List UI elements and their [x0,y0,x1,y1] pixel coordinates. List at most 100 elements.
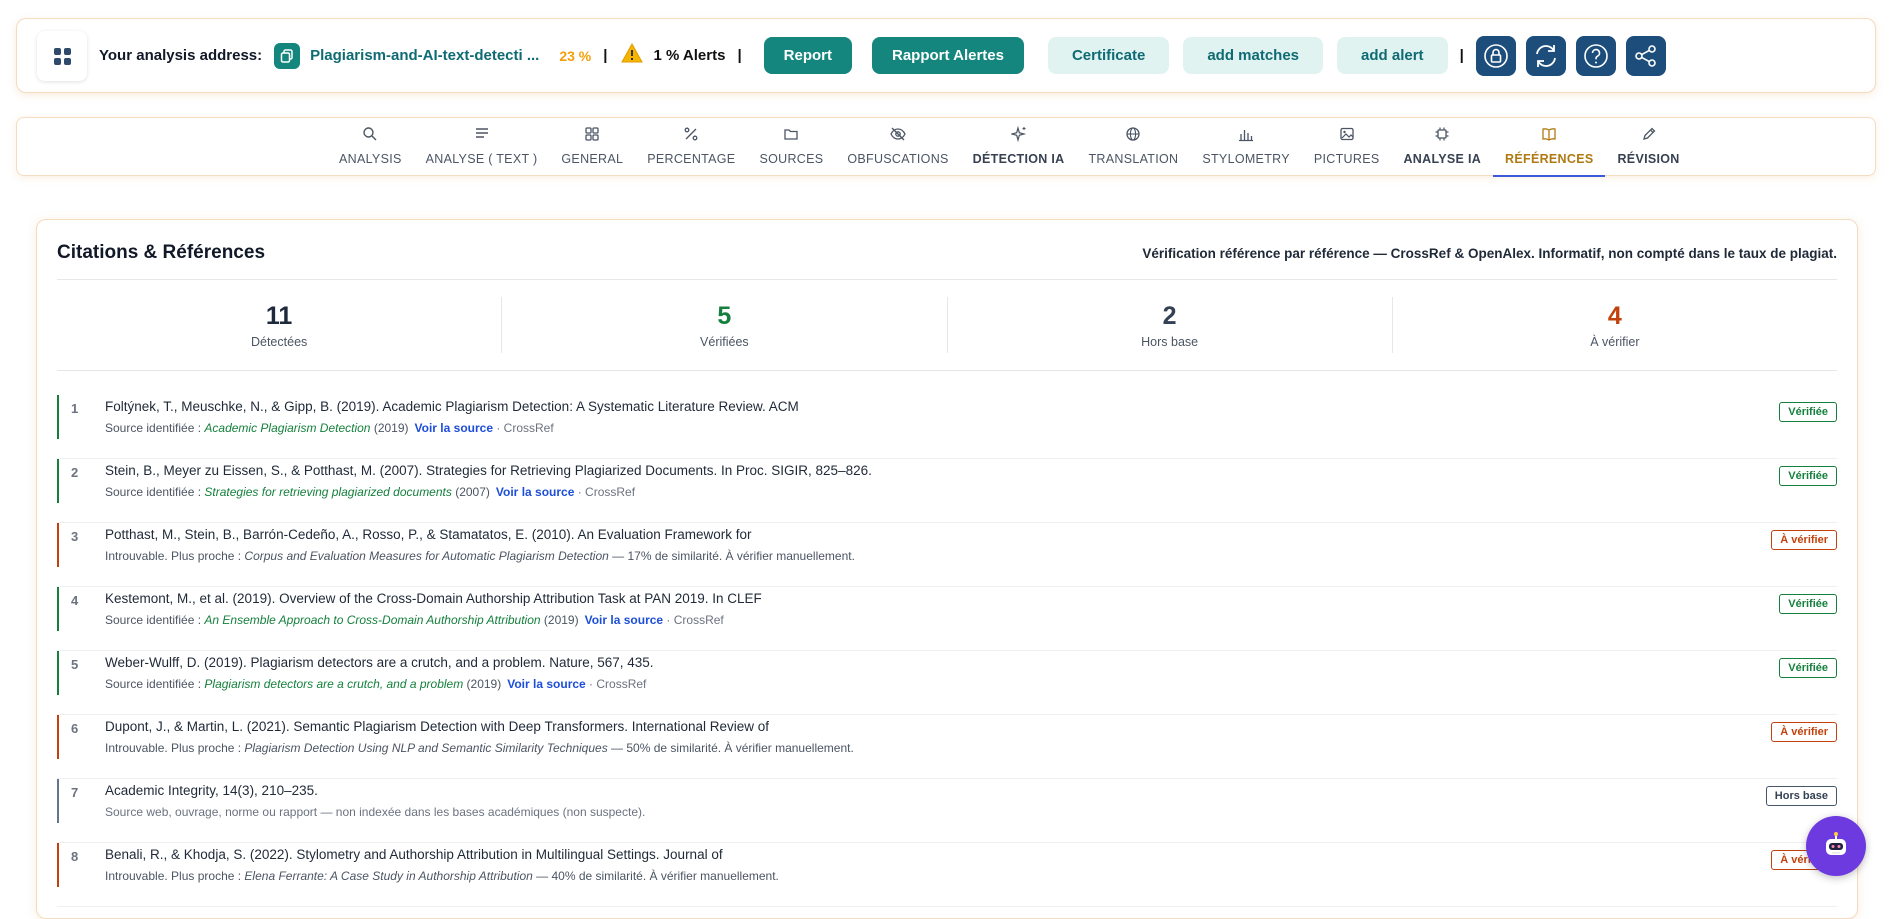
bar-chart-icon [1238,124,1254,144]
tab-label: PICTURES [1313,152,1380,166]
tab-eye-off[interactable]: OBFUSCATIONS [835,118,960,176]
separator: | [1459,47,1464,64]
status-bar [57,715,59,759]
similarity-note: — 17% de similarité. À vérifier manuelle… [608,549,855,563]
refresh-button[interactable] [1525,35,1566,76]
tab-label: GENERAL [561,152,624,166]
assistant-bot-button[interactable] [1806,816,1866,876]
view-source-link[interactable]: Voir la source [496,485,574,499]
tab-label: OBFUSCATIONS [847,152,949,166]
tab-chip[interactable]: ANALYSE IA [1391,118,1493,176]
tab-label: ANALYSE ( TEXT ) [425,152,538,166]
status-bar [57,651,59,695]
reference-number: 6 [71,721,79,736]
reference-number: 5 [71,657,79,672]
text-lines-icon [474,124,490,144]
reference-row: 7 Academic Integrity, 14(3), 210–235. Sour… [57,779,1837,843]
view-source-link[interactable]: Voir la source [507,677,585,691]
tab-label: RÉFÉRENCES [1505,152,1594,166]
matched-year: (2019) [370,421,409,435]
tab-percent[interactable]: PERCENTAGE [635,118,747,176]
apps-grid-button[interactable] [37,31,87,81]
reference-detail: Source identifiée : An Ensemble Approach… [105,613,724,627]
section-tabs: ANALYSIS ANALYSE ( TEXT ) GENERAL PERCENTAG… [16,117,1876,177]
reference-citation: Kestemont, M., et al. (2019). Overview o… [105,591,762,606]
stat-tile: 11 Détectées [57,297,503,353]
lock-icon [1483,43,1508,68]
add-matches-button[interactable]: add matches [1183,37,1324,74]
detail-note: Source web, ouvrage, norme ou rapport — … [105,805,646,819]
reference-detail: Introuvable. Plus proche : Corpus and Ev… [105,549,855,563]
reference-citation: Weber-Wulff, D. (2019). Plagiarism detec… [105,655,654,670]
rapport-alertes-button[interactable]: Rapport Alertes [872,37,1024,74]
image-icon [1339,124,1355,144]
reference-number: 4 [71,593,79,608]
status-bar [57,395,59,439]
matched-title: Plagiarism detectors are a crutch, and a… [204,677,464,691]
tab-label: ANALYSIS [339,152,402,166]
reference-number: 7 [71,785,79,800]
status-badge: À vérifier [1771,530,1837,550]
reference-number: 2 [71,465,79,480]
status-badge: Vérifiée [1779,658,1837,678]
closest-title: Elena Ferrante: A Case Study in Authorsh… [244,869,533,883]
warning-icon [621,42,644,68]
matched-title: Academic Plagiarism Detection [204,421,371,435]
stat-label: Vérifiées [700,334,749,349]
tab-folder[interactable]: SOURCES [747,118,835,176]
view-source-link[interactable]: Voir la source [585,613,663,627]
separator: | [737,47,742,64]
view-source-link[interactable]: Voir la source [415,421,493,435]
alerts-count: 1 % Alerts [653,47,726,64]
tab-grid[interactable]: GENERAL [549,118,635,176]
analysis-address-bar: Your analysis address: Plagiarism-and-AI… [16,18,1876,93]
tab-search[interactable]: ANALYSIS [327,118,414,176]
reference-row: 2 Stein, B., Meyer zu Eissen, S., & Potth… [57,459,1837,523]
divider [57,279,1837,280]
tab-text-lines[interactable]: ANALYSE ( TEXT ) [414,118,550,176]
reference-row: 6 Dupont, J., & Martin, L. (2021). Semant… [57,715,1837,779]
address-value[interactable]: Plagiarism-and-AI-text-detecti ... [310,47,539,64]
reference-detail: Introuvable. Plus proche : Plagiarism De… [105,741,854,755]
closest-title: Plagiarism Detection Using NLP and Seman… [244,741,608,755]
reference-citation: Potthast, M., Stein, B., Barrón-Cedeño, … [105,527,752,542]
tab-sparkles[interactable]: DÉTECTION IA [961,118,1077,176]
share-button[interactable] [1625,35,1666,76]
report-button[interactable]: Report [763,37,852,74]
lock-button[interactable] [1475,35,1516,76]
reference-detail: Source identifiée : Strategies for retri… [105,485,635,499]
stat-label: À vérifier [1590,334,1640,349]
separator: | [603,47,608,64]
status-bar [57,843,59,887]
status-badge: Vérifiée [1779,402,1837,422]
stat-tile: 4 À vérifier [1393,297,1837,353]
status-bar [57,523,59,567]
status-bar [57,587,59,631]
card-note: Vérification référence par référence — C… [1142,246,1837,261]
tab-globe[interactable]: TRANSLATION [1076,118,1190,176]
stat-tile: 2 Hors base [948,297,1393,353]
reference-detail: Source identifiée : Plagiarism detectors… [105,677,646,691]
status-badge: Hors base [1765,786,1837,806]
tab-bar-chart[interactable]: STYLOMETRY [1190,118,1302,176]
add-alert-button[interactable]: add alert [1337,37,1448,74]
detail-prefix: Introuvable. Plus proche : [105,549,245,563]
reference-number: 1 [71,401,79,416]
sparkles-icon [1010,124,1027,144]
reference-row: 8 Benali, R., & Khodja, S. (2022). Stylom… [57,843,1837,907]
stat-value: 4 [1607,301,1622,330]
tab-pencil[interactable]: RÉVISION [1605,118,1691,176]
matched-title: Strategies for retrieving plagiarized do… [204,485,452,499]
detail-prefix: Introuvable. Plus proche : [105,869,245,883]
tab-book[interactable]: RÉFÉRENCES [1493,118,1606,177]
folder-icon [783,124,799,144]
reference-row: 5 Weber-Wulff, D. (2019). Plagiarism dete… [57,651,1837,715]
tab-image[interactable]: PICTURES [1302,118,1392,176]
help-button[interactable] [1575,35,1616,76]
status-badge: Vérifiée [1779,594,1837,614]
globe-icon [1125,124,1141,144]
similarity-note: — 40% de similarité. À vérifier manuelle… [532,869,779,883]
copy-icon[interactable] [274,42,301,69]
reference-number: 8 [71,849,79,864]
certificate-button[interactable]: Certificate [1047,37,1170,74]
